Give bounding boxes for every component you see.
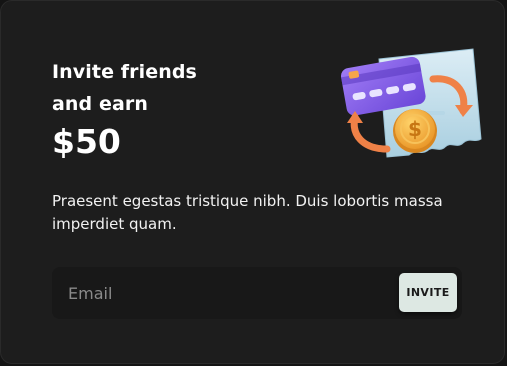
invite-card: Invite friends and earn $50 Praesent ege… [0,0,505,364]
reward-amount: $50 [52,122,121,161]
svg-text:$: $ [408,117,422,141]
heading-line-1: Invite friends [52,61,197,83]
card-heading: Invite friends and earn [52,56,197,120]
card-description: Praesent egestas tristique nibh. Duis lo… [52,192,443,233]
email-input[interactable] [52,267,392,319]
invite-form: INVITE [52,267,462,319]
credit-card-coin-exchange-icon: $ [335,39,485,171]
invite-button[interactable]: INVITE [399,273,457,312]
heading-line-2: and earn [52,93,148,115]
